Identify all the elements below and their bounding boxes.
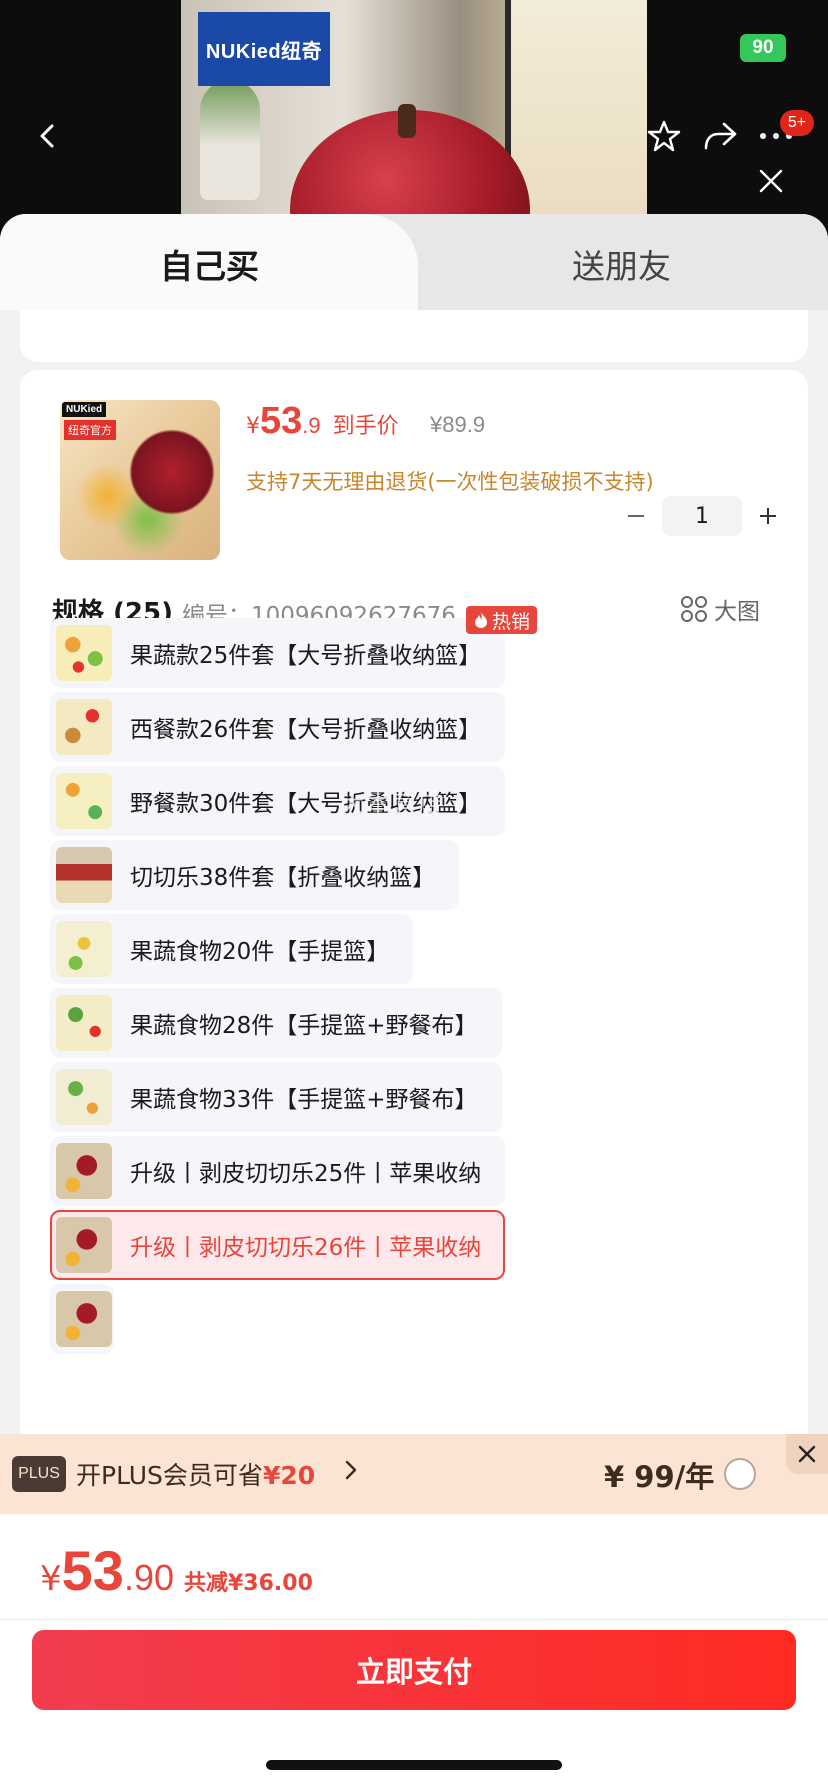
price-decimal: .9 [302, 413, 321, 438]
flame-icon [475, 612, 487, 628]
variant-option-selected[interactable]: 升级丨剥皮切切乐26件丨苹果收纳 [50, 1210, 506, 1280]
price-currency: ¥ [246, 414, 260, 439]
plus-savings-prefix: 开PLUS会员可省 [76, 1461, 263, 1490]
variant-thumbnail [56, 773, 112, 829]
variant-label: 果蔬食物28件【手提篮+野餐布】 [130, 1013, 478, 1039]
variant-label: 果蔬食物20件【手提篮】 [130, 939, 390, 965]
big-image-label: 大图 [714, 599, 760, 625]
close-icon[interactable] [786, 1434, 828, 1474]
plus-select-radio[interactable] [724, 1458, 756, 1490]
variant-option[interactable]: 果蔬食物28件【手提篮+野餐布】 [50, 988, 502, 1058]
price-integer: 53 [260, 400, 303, 442]
plus-savings-text: 开PLUS会员可省¥20 [76, 1456, 315, 1492]
variant-label: 西餐款26件套【大号折叠收纳篮】 [130, 717, 482, 743]
variant-thumbnail [56, 699, 112, 755]
message-count-badge: 5+ [780, 110, 814, 136]
grid-icon [681, 596, 707, 622]
variant-thumbnail [56, 921, 112, 977]
variant-option[interactable]: 果蔬食物20件【手提篮】 [50, 914, 414, 984]
original-price: ¥89.9 [430, 412, 486, 437]
buy-mode-tabs: 自己买 送朋友 [0, 214, 828, 310]
favorite-star-icon[interactable] [644, 116, 684, 156]
variant-option[interactable]: 果蔬食物33件【手提篮+野餐布】 [50, 1062, 502, 1132]
plus-savings-amount: ¥20 [262, 1461, 316, 1490]
share-icon[interactable] [700, 116, 740, 156]
variant-label: 果蔬食物33件【手提篮+野餐布】 [130, 1087, 478, 1113]
total-discount: 共减¥36.00 [183, 1571, 313, 1596]
store-watermark: 大本营店 [340, 790, 444, 818]
variant-option[interactable]: 切切乐38件套【折叠收纳篮】 [50, 840, 460, 910]
variant-option[interactable]: 果蔬款25件套【大号折叠收纳篮】 [50, 618, 506, 688]
back-icon[interactable] [34, 122, 62, 150]
product-thumbnail[interactable]: NUKied 纽奇官方 [60, 400, 220, 560]
hot-sale-badge: 热销 [466, 606, 538, 634]
quantity-stepper: 1 [616, 496, 788, 536]
big-image-toggle[interactable]: 大图 [680, 592, 760, 626]
variant-label: 果蔬款25件套【大号折叠收纳篮】 [130, 643, 482, 669]
pay-area: 立即支付 [0, 1620, 828, 1792]
total-integer: 53 [61, 1539, 124, 1602]
variant-option[interactable]: 西餐款26件套【大号折叠收纳篮】 [50, 692, 506, 762]
return-policy-note: 支持7天无理由退货(一次性包装破损不支持) [246, 470, 654, 494]
product-hero-image: NUKied纽奇 90 5+ [0, 0, 828, 230]
tab-buy-self-label[interactable]: 自己买 [160, 240, 259, 288]
increase-button[interactable] [748, 496, 788, 536]
variant-label: 切切乐38件套【折叠收纳篮】 [130, 865, 436, 891]
thumbnail-official-tag: 纽奇官方 [64, 420, 116, 440]
variant-thumbnail [56, 847, 112, 903]
plus-membership-bar[interactable]: PLUS 开PLUS会员可省¥20 ¥ 99/年 [0, 1434, 828, 1514]
variant-option[interactable]: 升级丨剥皮切切乐25件丨苹果收纳 [50, 1136, 506, 1206]
minus-icon [628, 515, 644, 517]
chevron-right-icon[interactable] [344, 1458, 358, 1488]
order-total-area: ¥ 53 .90 共减¥36.00 [0, 1514, 828, 1620]
battery-indicator: 90 [740, 34, 786, 62]
pay-now-button[interactable]: 立即支付 [32, 1630, 796, 1710]
variant-thumbnail [56, 995, 112, 1051]
home-indicator[interactable] [266, 1760, 562, 1770]
hero-apple-stem [398, 104, 416, 138]
brand-logo: NUKied纽奇 [198, 12, 330, 86]
variant-option-partial[interactable] [50, 1284, 114, 1354]
final-price: ¥ 53 .9 到手价 [246, 400, 399, 443]
tab-gift-friend[interactable]: 送朋友 [572, 240, 671, 288]
plus-icon [760, 508, 776, 524]
variant-thumbnail [56, 625, 112, 681]
thumbnail-brand-tag: NUKied [62, 402, 107, 417]
quantity-value[interactable]: 1 [662, 496, 742, 536]
decrease-button[interactable] [616, 496, 656, 536]
plus-badge: PLUS [12, 1456, 66, 1492]
order-total: ¥ 53 .90 共减¥36.00 [40, 1538, 313, 1603]
price-tag: 到手价 [332, 414, 399, 439]
variant-thumbnail [56, 1217, 112, 1273]
address-card-partial [20, 310, 808, 362]
variant-thumbnail [56, 1143, 112, 1199]
total-currency: ¥ [40, 1559, 62, 1599]
variant-thumbnail [56, 1069, 112, 1125]
plus-annual-price: ¥ 99/年 [604, 1460, 715, 1494]
variant-label: 升级丨剥皮切切乐25件丨苹果收纳 [130, 1161, 482, 1187]
hero-plant [200, 80, 260, 200]
total-decimal: .90 [123, 1557, 174, 1598]
variant-label: 升级丨剥皮切切乐26件丨苹果收纳 [130, 1235, 482, 1261]
close-icon[interactable] [756, 166, 786, 196]
hot-sale-label: 热销 [492, 610, 531, 633]
battery-level: 90 [752, 37, 774, 58]
variant-thumbnail [56, 1291, 112, 1347]
